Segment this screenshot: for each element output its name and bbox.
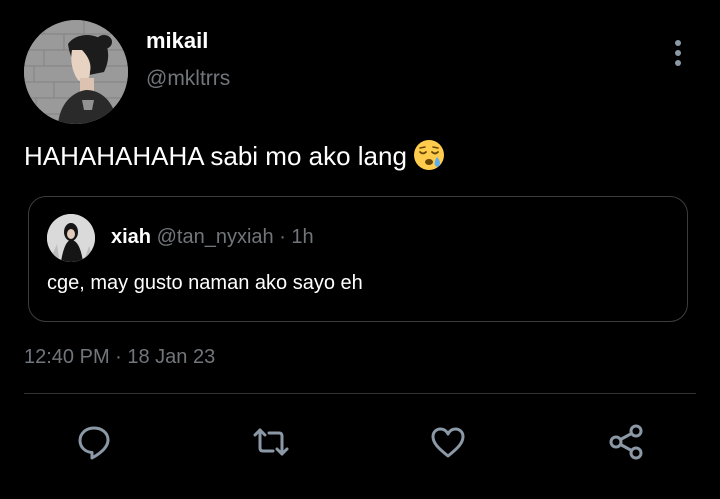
author-handle[interactable]: @mkltrrs: [146, 66, 230, 92]
sleepy-face-emoji-icon: [413, 139, 445, 171]
retweet-button[interactable]: [249, 420, 293, 464]
tweet-text: HAHAHAHAHA sabi mo ako lang: [24, 140, 445, 174]
quoted-author-avatar-image: [47, 214, 95, 262]
author-avatar[interactable]: [24, 20, 128, 124]
reply-icon: [78, 426, 110, 460]
reply-button[interactable]: [72, 420, 116, 464]
quoted-tweet-card[interactable]: xiah @tan_nyxiah · 1h cge, may gusto nam…: [28, 196, 688, 322]
author-display-name[interactable]: mikail: [146, 28, 208, 54]
author-avatar-image: [24, 20, 128, 124]
heart-icon: [431, 427, 465, 458]
like-button[interactable]: [426, 420, 470, 464]
quoted-author-name[interactable]: xiah: [111, 226, 151, 248]
more-vertical-icon: [675, 40, 681, 66]
share-icon: [609, 424, 643, 460]
quoted-tweet-header: xiah @tan_nyxiah · 1h: [111, 225, 314, 249]
more-options-button[interactable]: [664, 38, 692, 68]
retweet-icon: [253, 428, 289, 456]
tweet-text-content: HAHAHAHAHA sabi mo ako lang: [24, 141, 407, 171]
divider: [24, 393, 696, 394]
quoted-tweet-text: cge, may gusto naman ako sayo eh: [47, 272, 363, 294]
tweet-timestamp[interactable]: 12:40 PM · 18 Jan 23: [24, 345, 215, 369]
quoted-author-meta: @tan_nyxiah · 1h: [156, 226, 314, 248]
quoted-author-avatar[interactable]: [47, 214, 95, 262]
share-button[interactable]: [604, 420, 648, 464]
